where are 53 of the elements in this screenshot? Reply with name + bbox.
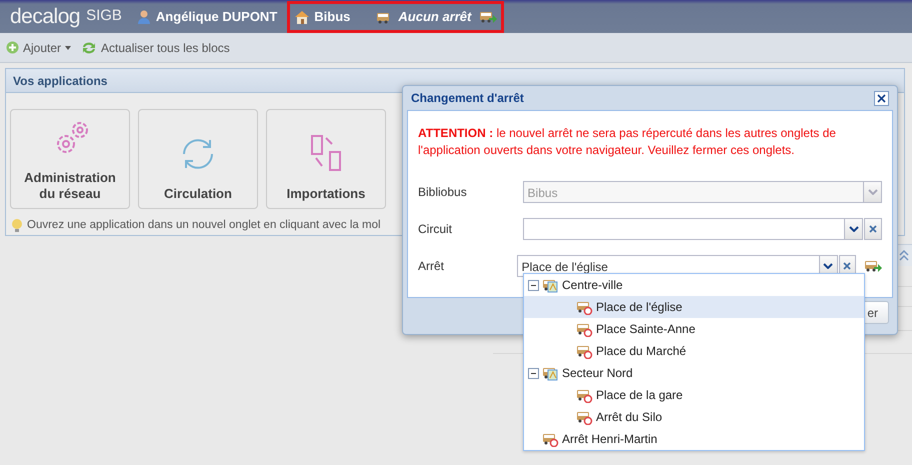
- logo-suffix: SIGB: [86, 6, 122, 26]
- user-name[interactable]: Angélique DUPONT: [156, 6, 278, 26]
- refresh-button[interactable]: Actualiser tous les blocs: [81, 38, 230, 56]
- tree-item[interactable]: Arrêt du Silo: [524, 406, 864, 428]
- lightbulb-icon: [11, 218, 23, 233]
- dropdown-icon[interactable]: [823, 262, 834, 269]
- close-icon: [877, 94, 886, 102]
- field-label: Arrêt: [418, 258, 446, 275]
- clear-icon: [869, 224, 878, 233]
- bus-stop-icon: [542, 431, 559, 447]
- dropdown-icon[interactable]: [848, 226, 859, 232]
- field-label: Circuit: [418, 220, 454, 238]
- logo: decalog: [10, 4, 80, 30]
- close-button[interactable]: [874, 90, 889, 106]
- home-icon: [294, 8, 310, 24]
- collapse-icon[interactable]: [528, 368, 539, 378]
- app-label: Importations: [286, 186, 366, 202]
- tree-item[interactable]: Secteur Nord: [524, 362, 864, 384]
- tree-item[interactable]: Place du Marché: [524, 340, 864, 362]
- app-tile[interactable]: Importations: [266, 109, 386, 209]
- caret-icon: [65, 46, 72, 50]
- app-tile[interactable]: Circulation: [138, 109, 258, 209]
- field-label: Bibliobus: [418, 184, 468, 201]
- bus-stop-icon: [576, 343, 593, 359]
- user-icon: [136, 8, 152, 24]
- bus-name[interactable]: Bibus: [314, 6, 350, 26]
- tree-item[interactable]: Place Sainte-Anne: [524, 318, 864, 340]
- dropdown-icon: [868, 188, 878, 195]
- tree-item[interactable]: Arrêt Henri-Martin: [524, 428, 864, 450]
- select-field[interactable]: [522, 218, 864, 240]
- refresh-icon: [81, 40, 98, 54]
- route-icon: [542, 365, 559, 381]
- app-label: Circulation: [164, 186, 232, 202]
- dialog-title: Changement d'arrêt: [411, 90, 524, 107]
- clear-icon: [843, 262, 852, 270]
- clear-button[interactable]: [864, 218, 882, 240]
- collapse-icon[interactable]: [528, 280, 539, 290]
- warning-text: ATTENTION : le nouvel arrêt ne sera pas répercuté dans les autres onglets de l'application ouverts dans votre navigateur. Veuillez fermer ces onglets.: [418, 125, 837, 159]
- select-field: Bibus: [522, 180, 882, 203]
- route-icon: [542, 277, 559, 293]
- bus-stop-icon: [576, 299, 593, 315]
- app-tile[interactable]: Administration du réseau: [10, 109, 130, 209]
- add-button[interactable]: Ajouter: [6, 38, 72, 56]
- tree-item[interactable]: Place de l'église: [524, 296, 864, 318]
- plus-icon: [6, 41, 19, 54]
- tree-item[interactable]: Place de la gare: [524, 384, 864, 406]
- bus-stop-icon: [576, 409, 593, 425]
- current-stop[interactable]: Aucun arrêt: [398, 6, 472, 26]
- app-label: Administration du réseau: [23, 170, 117, 202]
- bus-stop-icon: [576, 387, 593, 403]
- hint-text: Ouvrez une application dans un nouvel onglet en cliquant avec la mol: [27, 218, 381, 233]
- bus-stop-icon: [576, 321, 593, 337]
- tree-item[interactable]: Centre-ville: [524, 274, 864, 296]
